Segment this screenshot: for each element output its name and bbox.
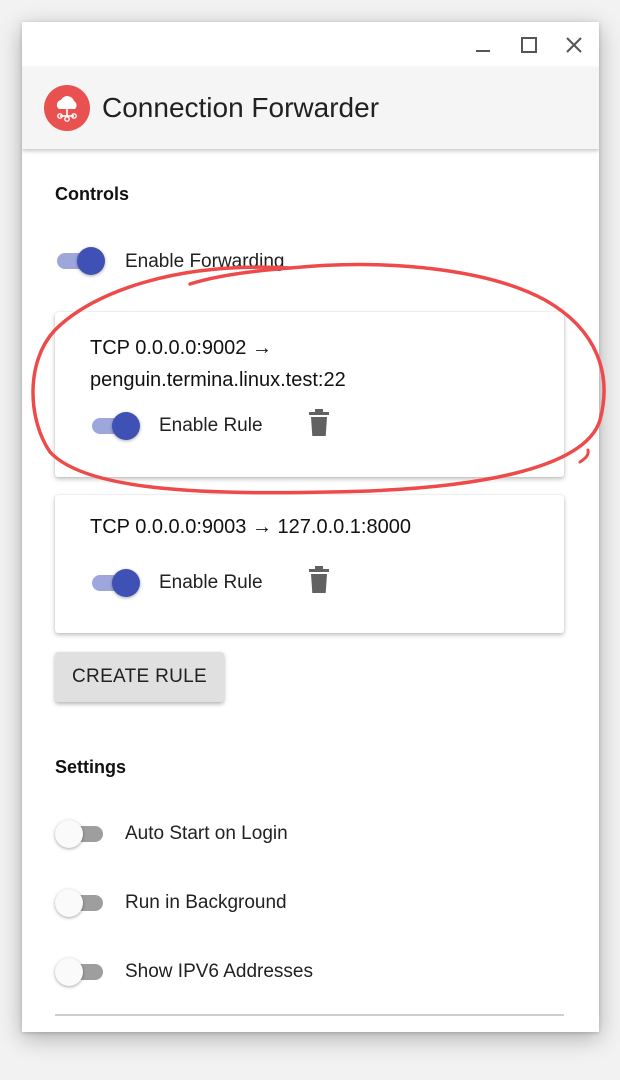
- minimize-button[interactable]: [468, 30, 498, 60]
- toggle-thumb: [77, 247, 105, 275]
- toggle-thumb: [112, 412, 140, 440]
- toggle-thumb: [55, 820, 83, 848]
- divider: [55, 1014, 564, 1016]
- app-window: Connection Forwarder Controls Enable For…: [22, 22, 599, 1032]
- auto-start-label: Auto Start on Login: [125, 823, 288, 844]
- minimize-icon: [476, 50, 490, 52]
- trash-icon: [309, 566, 329, 593]
- toggle-thumb: [55, 958, 83, 986]
- toggle-thumb: [55, 889, 83, 917]
- close-icon: [566, 37, 582, 53]
- enable-rule-toggle[interactable]: [90, 412, 140, 440]
- rule-description: TCP 0.0.0.0:9002 → penguin.termina.linux…: [90, 337, 346, 391]
- title-bar: [22, 22, 599, 67]
- toggle-thumb: [112, 569, 140, 597]
- show-ipv6-toggle[interactable]: [55, 958, 105, 986]
- settings-heading: Settings: [55, 757, 127, 777]
- rule-description: TCP 0.0.0.0:9003 → 127.0.0.1:8000: [90, 516, 411, 538]
- rule-card: TCP 0.0.0.0:9003 → 127.0.0.1:8000 Enable…: [55, 495, 564, 633]
- show-ipv6-label: Show IPV6 Addresses: [125, 961, 313, 982]
- close-button[interactable]: [559, 30, 589, 60]
- auto-start-toggle[interactable]: [55, 820, 105, 848]
- enable-forwarding-label: Enable Forwarding: [125, 251, 285, 272]
- controls-heading: Controls: [55, 184, 129, 204]
- delete-rule-button[interactable]: [306, 408, 332, 438]
- delete-rule-button[interactable]: [306, 565, 332, 595]
- app-header: Connection Forwarder: [22, 67, 599, 149]
- rule-card: TCP 0.0.0.0:9002 → penguin.termina.linux…: [55, 312, 564, 477]
- maximize-icon: [521, 37, 537, 53]
- enable-rule-label: Enable Rule: [159, 572, 263, 593]
- enable-rule-label: Enable Rule: [159, 415, 263, 436]
- enable-rule-toggle[interactable]: [90, 569, 140, 597]
- run-in-background-label: Run in Background: [125, 892, 287, 913]
- create-rule-button[interactable]: CREATE RULE: [55, 652, 224, 702]
- maximize-button[interactable]: [514, 30, 544, 60]
- enable-forwarding-toggle[interactable]: [55, 247, 105, 275]
- run-in-background-toggle[interactable]: [55, 889, 105, 917]
- app-title: Connection Forwarder: [102, 92, 380, 123]
- trash-icon: [309, 409, 329, 436]
- cloud-network-icon: [44, 85, 90, 131]
